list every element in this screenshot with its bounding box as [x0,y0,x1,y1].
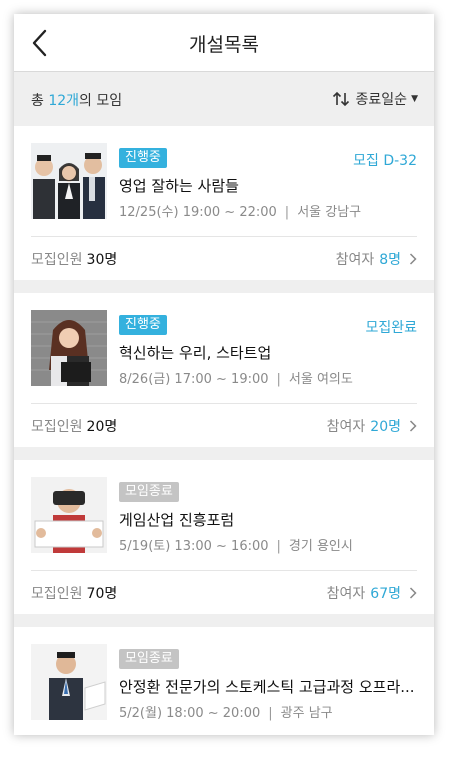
participants-label: 참여자 [326,419,366,435]
page-title: 개설목록 [189,34,259,56]
recruit-status: 모집 D-32 [353,153,417,169]
meeting-location: 광주 남구 [280,706,333,721]
meeting-thumbnail [31,310,107,386]
recruit-status: 모집완료 [365,320,417,336]
list-summary-bar: 총 12개의 모임 종료일순 ▼ [14,72,434,125]
total-count: 총 12개의 모임 [31,90,122,110]
meeting-location: 경기 용인시 [288,539,353,554]
sort-arrows-icon [332,91,349,107]
recruit-count: 70명 [86,586,118,602]
status-badge: 모임종료 [119,482,179,502]
caret-down-icon: ▼ [411,94,418,104]
participants-count: 67명 [370,586,401,602]
meeting-title: 영업 잘하는 사람들 [119,177,239,195]
meeting-meta: 12/25(수) 19:00 ~ 22:00 | 서울 강남구 [119,201,361,220]
meeting-datetime: 12/25(수) 19:00 ~ 22:00 [119,205,277,220]
participants-link[interactable]: 참여자 20명 [327,416,417,436]
total-count-number: 12개 [48,93,80,109]
total-count-prefix: 총 [31,93,49,109]
card-divider [31,403,417,404]
meeting-title: 안정환 전문가의 스토케스틱 고급과정 오프라... [119,678,415,696]
meta-separator: | [268,706,273,721]
recruit-count: 20명 [86,419,118,435]
meeting-card[interactable]: 모임종료 게임산업 진흥포럼 5/19(토) 13:00 ~ 16:00 | 경기 … [14,460,434,614]
participants-count: 20명 [370,419,401,435]
meeting-meta: 5/2(월) 18:00 ~ 20:00 | 광주 남구 [119,702,333,721]
businessman-presenting-image [31,644,107,720]
meeting-thumbnail [31,477,107,553]
meeting-meta: 8/26(금) 17:00 ~ 19:00 | 서울 여의도 [119,368,353,387]
meeting-card[interactable]: 진행중 모집완료 혁신하는 우리, 스타트업 8/26(금) 17:00 ~ 1… [14,293,434,447]
woman-with-folder-image [31,310,107,386]
meeting-title: 혁신하는 우리, 스타트업 [119,344,272,362]
sort-label: 종료일순 [355,92,408,108]
chevron-right-icon [409,253,417,265]
man-with-vr-headset-image [31,477,107,553]
recruit-label: 모집인원 [31,252,83,268]
app-screen: 개설목록 총 12개의 모임 종료일순 ▼ 진행중 모집 D-32 영업 잘하는… [14,14,434,735]
participants-link[interactable]: 참여자 8명 [336,249,417,269]
total-count-suffix: 의 모임 [79,93,123,109]
participants-count: 8명 [379,252,401,268]
chevron-right-icon [409,587,417,599]
meeting-thumbnail [31,644,107,720]
recruit-capacity: 모집인원 30명 [31,249,117,269]
meeting-datetime: 5/19(토) 13:00 ~ 16:00 [119,539,269,554]
recruit-count: 30명 [86,252,118,268]
meeting-location: 서울 강남구 [297,205,362,220]
participants-label: 참여자 [335,252,375,268]
meta-separator: | [276,539,281,554]
meeting-title: 게임산업 진흥포럼 [119,511,235,529]
sort-dropdown[interactable]: 종료일순 ▼ [332,89,418,109]
status-badge: 진행중 [119,148,167,168]
card-divider [31,570,417,571]
meta-separator: | [284,205,290,220]
recruit-label: 모집인원 [31,586,83,602]
participants-link[interactable]: 참여자 67명 [327,583,417,603]
recruit-label: 모집인원 [31,419,83,435]
three-business-people-image [31,143,107,219]
meeting-location: 서울 여의도 [288,372,353,387]
card-divider [31,236,417,237]
meeting-card[interactable]: 모임종료 안정환 전문가의 스토케스틱 고급과정 오프라... 5/2(월) 1… [14,627,434,735]
meeting-meta: 5/19(토) 13:00 ~ 16:00 | 경기 용인시 [119,535,353,554]
meeting-datetime: 5/2(월) 18:00 ~ 20:00 [119,706,261,721]
participants-label: 참여자 [326,586,366,602]
meta-separator: | [276,372,281,387]
recruit-capacity: 모집인원 70명 [31,583,117,603]
status-badge: 진행중 [119,315,167,335]
meeting-datetime: 8/26(금) 17:00 ~ 19:00 [119,372,269,387]
recruit-capacity: 모집인원 20명 [31,416,117,436]
top-bar: 개설목록 [14,14,434,72]
status-badge: 모임종료 [119,649,179,669]
chevron-right-icon [409,420,417,432]
meeting-thumbnail [31,143,107,219]
meeting-card[interactable]: 진행중 모집 D-32 영업 잘하는 사람들 12/25(수) 19:00 ~ … [14,126,434,280]
